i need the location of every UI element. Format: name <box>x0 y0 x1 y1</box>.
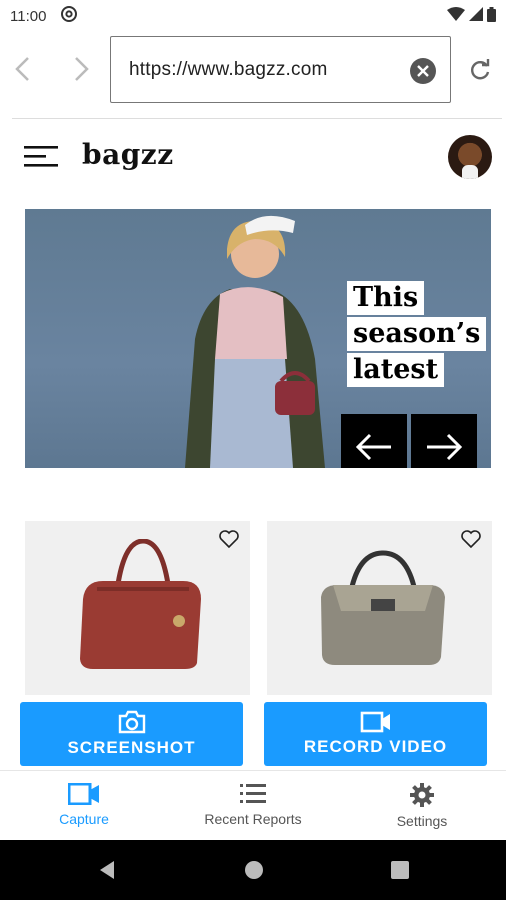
product-card[interactable] <box>267 521 492 695</box>
close-icon <box>417 65 429 77</box>
heart-icon[interactable] <box>218 529 240 549</box>
camera-icon <box>118 710 145 734</box>
url-text: https://www.bagzz.com <box>129 58 328 80</box>
browser-toolbar: https://www.bagzz.com <box>0 32 506 112</box>
status-indicators <box>447 6 496 26</box>
product-card[interactable] <box>25 521 250 695</box>
list-icon <box>240 784 266 803</box>
menu-icon <box>24 146 58 167</box>
status-time: 11:00 <box>10 7 47 25</box>
next-slide-button[interactable] <box>411 414 477 468</box>
hero-model-image <box>185 215 325 468</box>
system-recents-icon[interactable] <box>389 859 411 881</box>
back-button[interactable] <box>8 52 36 86</box>
nav-item-label: Capture <box>59 811 109 827</box>
bottom-navigation: Capture Recent Reports Settings <box>0 770 506 840</box>
clear-url-button[interactable] <box>410 58 436 84</box>
at-sign-icon <box>60 5 78 27</box>
site-header: bagzz <box>0 130 506 186</box>
chevron-right-icon <box>75 57 89 81</box>
record-video-label: RECORD VIDEO <box>303 737 448 756</box>
status-bar: 11:00 <box>0 0 506 32</box>
system-back-icon[interactable] <box>96 859 118 881</box>
app-screen: 11:00 https://www.bagzz.com bagzz This s… <box>0 0 506 900</box>
forward-button[interactable] <box>68 52 96 86</box>
grey-handbag-image <box>321 550 445 665</box>
nav-item-label: Recent Reports <box>204 811 302 827</box>
previous-slide-button[interactable] <box>341 414 407 468</box>
site-logo[interactable]: bagzz <box>82 138 174 171</box>
hero-caption-line: latest <box>347 353 445 387</box>
heart-icon[interactable] <box>460 529 482 549</box>
chevron-left-icon <box>15 57 29 81</box>
refresh-icon <box>471 59 490 80</box>
record-video-button[interactable]: RECORD VIDEO <box>264 702 487 766</box>
system-navigation-bar <box>0 840 506 900</box>
nav-item-capture[interactable]: Capture <box>14 783 154 827</box>
screenshot-label: SCREENSHOT <box>67 738 196 757</box>
nav-item-label: Settings <box>396 813 448 829</box>
system-home-icon[interactable] <box>243 859 265 881</box>
avatar[interactable] <box>448 135 492 179</box>
nav-item-recent-reports[interactable]: Recent Reports <box>183 783 323 827</box>
menu-button[interactable] <box>24 144 58 170</box>
screenshot-button[interactable]: SCREENSHOT <box>20 702 243 766</box>
video-camera-icon <box>360 711 390 733</box>
hero-caption-line: This <box>347 281 425 315</box>
toolbar-divider <box>12 118 502 119</box>
gear-icon <box>410 783 434 807</box>
url-field[interactable]: https://www.bagzz.com <box>110 36 451 103</box>
hero-caption-line: season’s <box>347 317 487 351</box>
signal-icon <box>469 7 483 25</box>
red-handbag-image <box>80 539 201 669</box>
reload-button[interactable] <box>466 56 494 84</box>
nav-item-settings[interactable]: Settings <box>352 783 492 829</box>
battery-icon <box>487 6 496 26</box>
arrow-right-icon <box>427 433 463 461</box>
video-camera-icon <box>68 783 99 805</box>
hero-banner: This season’s latest <box>25 209 491 468</box>
arrow-left-icon <box>355 433 391 461</box>
wifi-icon <box>447 7 465 25</box>
